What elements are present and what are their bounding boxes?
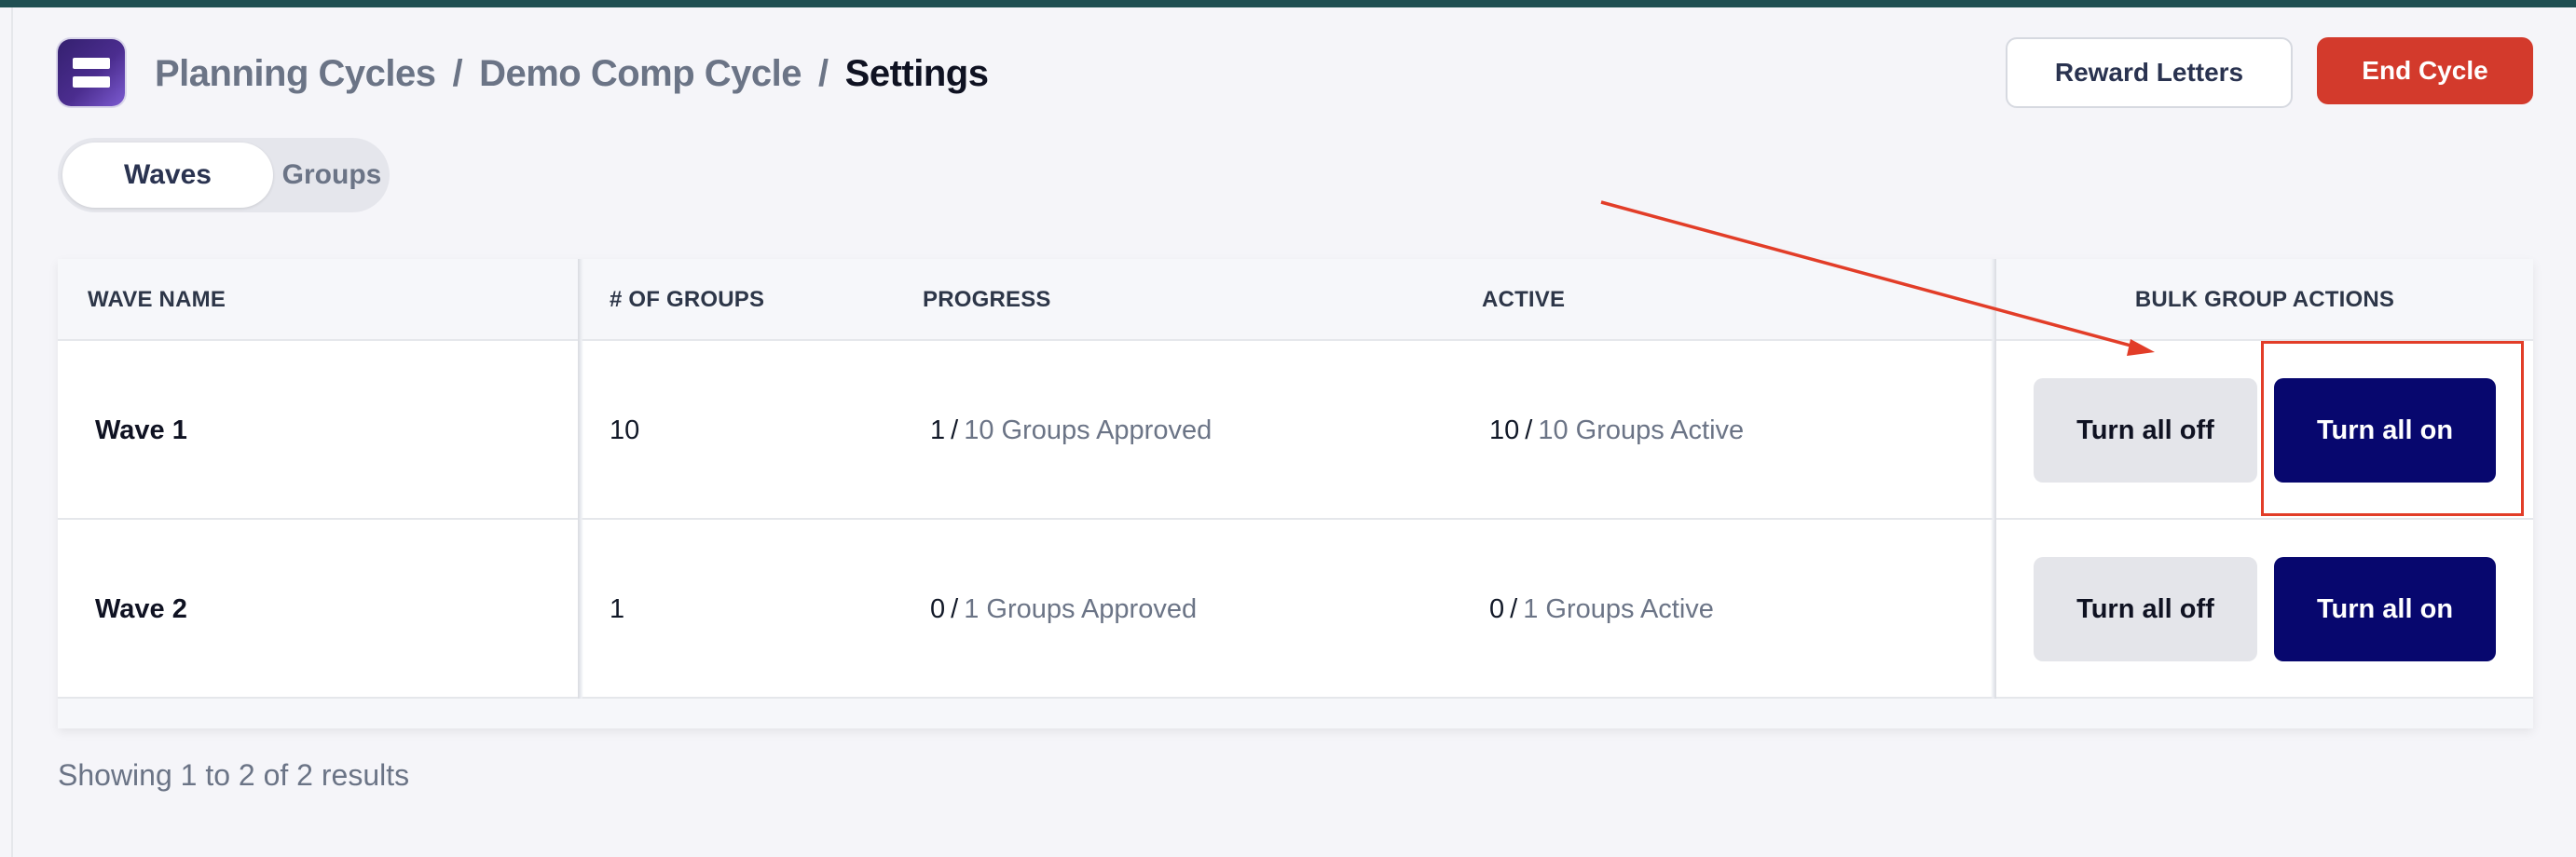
breadcrumb-separator: / (452, 52, 463, 94)
table-row: Wave 1 10 1/10 Groups Approved 10/10 Gro… (58, 341, 2533, 520)
table-row: Wave 2 1 0/1 Groups Approved 0/1 Groups … (58, 520, 2533, 699)
breadcrumb: Planning Cycles / Demo Comp Cycle / Sett… (155, 48, 989, 99)
logo-bar-top (73, 58, 110, 69)
progress-cell: 0/1 Groups Approved (930, 520, 1197, 699)
column-header-bulk-actions: BULK GROUP ACTIONS (2134, 287, 2395, 312)
groups-count-cell: 1 (610, 593, 625, 624)
active-total: 10 Groups Active (1538, 415, 1745, 445)
column-header-active: ACTIVE (1482, 287, 1566, 312)
turn-all-on-button[interactable]: Turn all on (2274, 557, 2496, 661)
progress-cell: 1/10 Groups Approved (930, 341, 1212, 520)
results-summary: Showing 1 to 2 of 2 results (58, 758, 410, 792)
wave-name-cell: Wave 2 (95, 593, 187, 624)
table-footer (58, 699, 2533, 728)
reward-letters-button[interactable]: Reward Letters (2006, 37, 2293, 108)
progress-separator: / (951, 593, 959, 624)
end-cycle-button[interactable]: End Cycle (2317, 37, 2533, 104)
annotation-highlight-box (2261, 341, 2524, 516)
breadcrumb-separator: / (818, 52, 829, 94)
active-count: 0 (1489, 593, 1505, 624)
left-border (11, 7, 13, 857)
column-header-wave-name: WAVE NAME (88, 287, 226, 312)
page-title: Settings (844, 52, 989, 94)
view-toggle: Waves Groups (58, 138, 390, 212)
active-cell: 0/1 Groups Active (1489, 520, 1714, 699)
active-cell: 10/10 Groups Active (1489, 341, 1744, 520)
breadcrumb-demo-comp-cycle[interactable]: Demo Comp Cycle (479, 53, 802, 95)
progress-total: 10 Groups Approved (964, 415, 1213, 445)
wave-name-cell: Wave 1 (95, 415, 187, 445)
groups-count-cell: 10 (610, 415, 640, 445)
turn-all-off-button[interactable]: Turn all off (2034, 378, 2257, 483)
tab-groups[interactable]: Groups (278, 143, 386, 208)
progress-count: 0 (930, 593, 946, 624)
progress-separator: / (951, 415, 959, 445)
column-header-progress: PROGRESS (923, 287, 1051, 312)
active-separator: / (1525, 415, 1533, 445)
app-logo-icon[interactable] (58, 39, 125, 106)
active-total: 1 Groups Active (1523, 593, 1714, 624)
breadcrumb-planning-cycles[interactable]: Planning Cycles (155, 53, 436, 95)
top-accent-strip (0, 0, 2576, 7)
tab-waves[interactable]: Waves (62, 143, 273, 208)
sticky-column-divider (1991, 259, 1996, 699)
column-header-groups: # OF GROUPS (610, 287, 765, 312)
active-count: 10 (1489, 415, 1520, 445)
table-header: WAVE NAME # OF GROUPS PROGRESS ACTIVE BU… (58, 259, 2533, 341)
progress-total: 1 Groups Approved (964, 593, 1198, 624)
turn-all-off-button[interactable]: Turn all off (2034, 557, 2257, 661)
active-separator: / (1510, 593, 1518, 624)
progress-count: 1 (930, 415, 946, 445)
logo-bar-bottom (73, 76, 110, 88)
waves-table: WAVE NAME # OF GROUPS PROGRESS ACTIVE BU… (58, 259, 2533, 728)
sticky-column-divider (578, 259, 583, 699)
